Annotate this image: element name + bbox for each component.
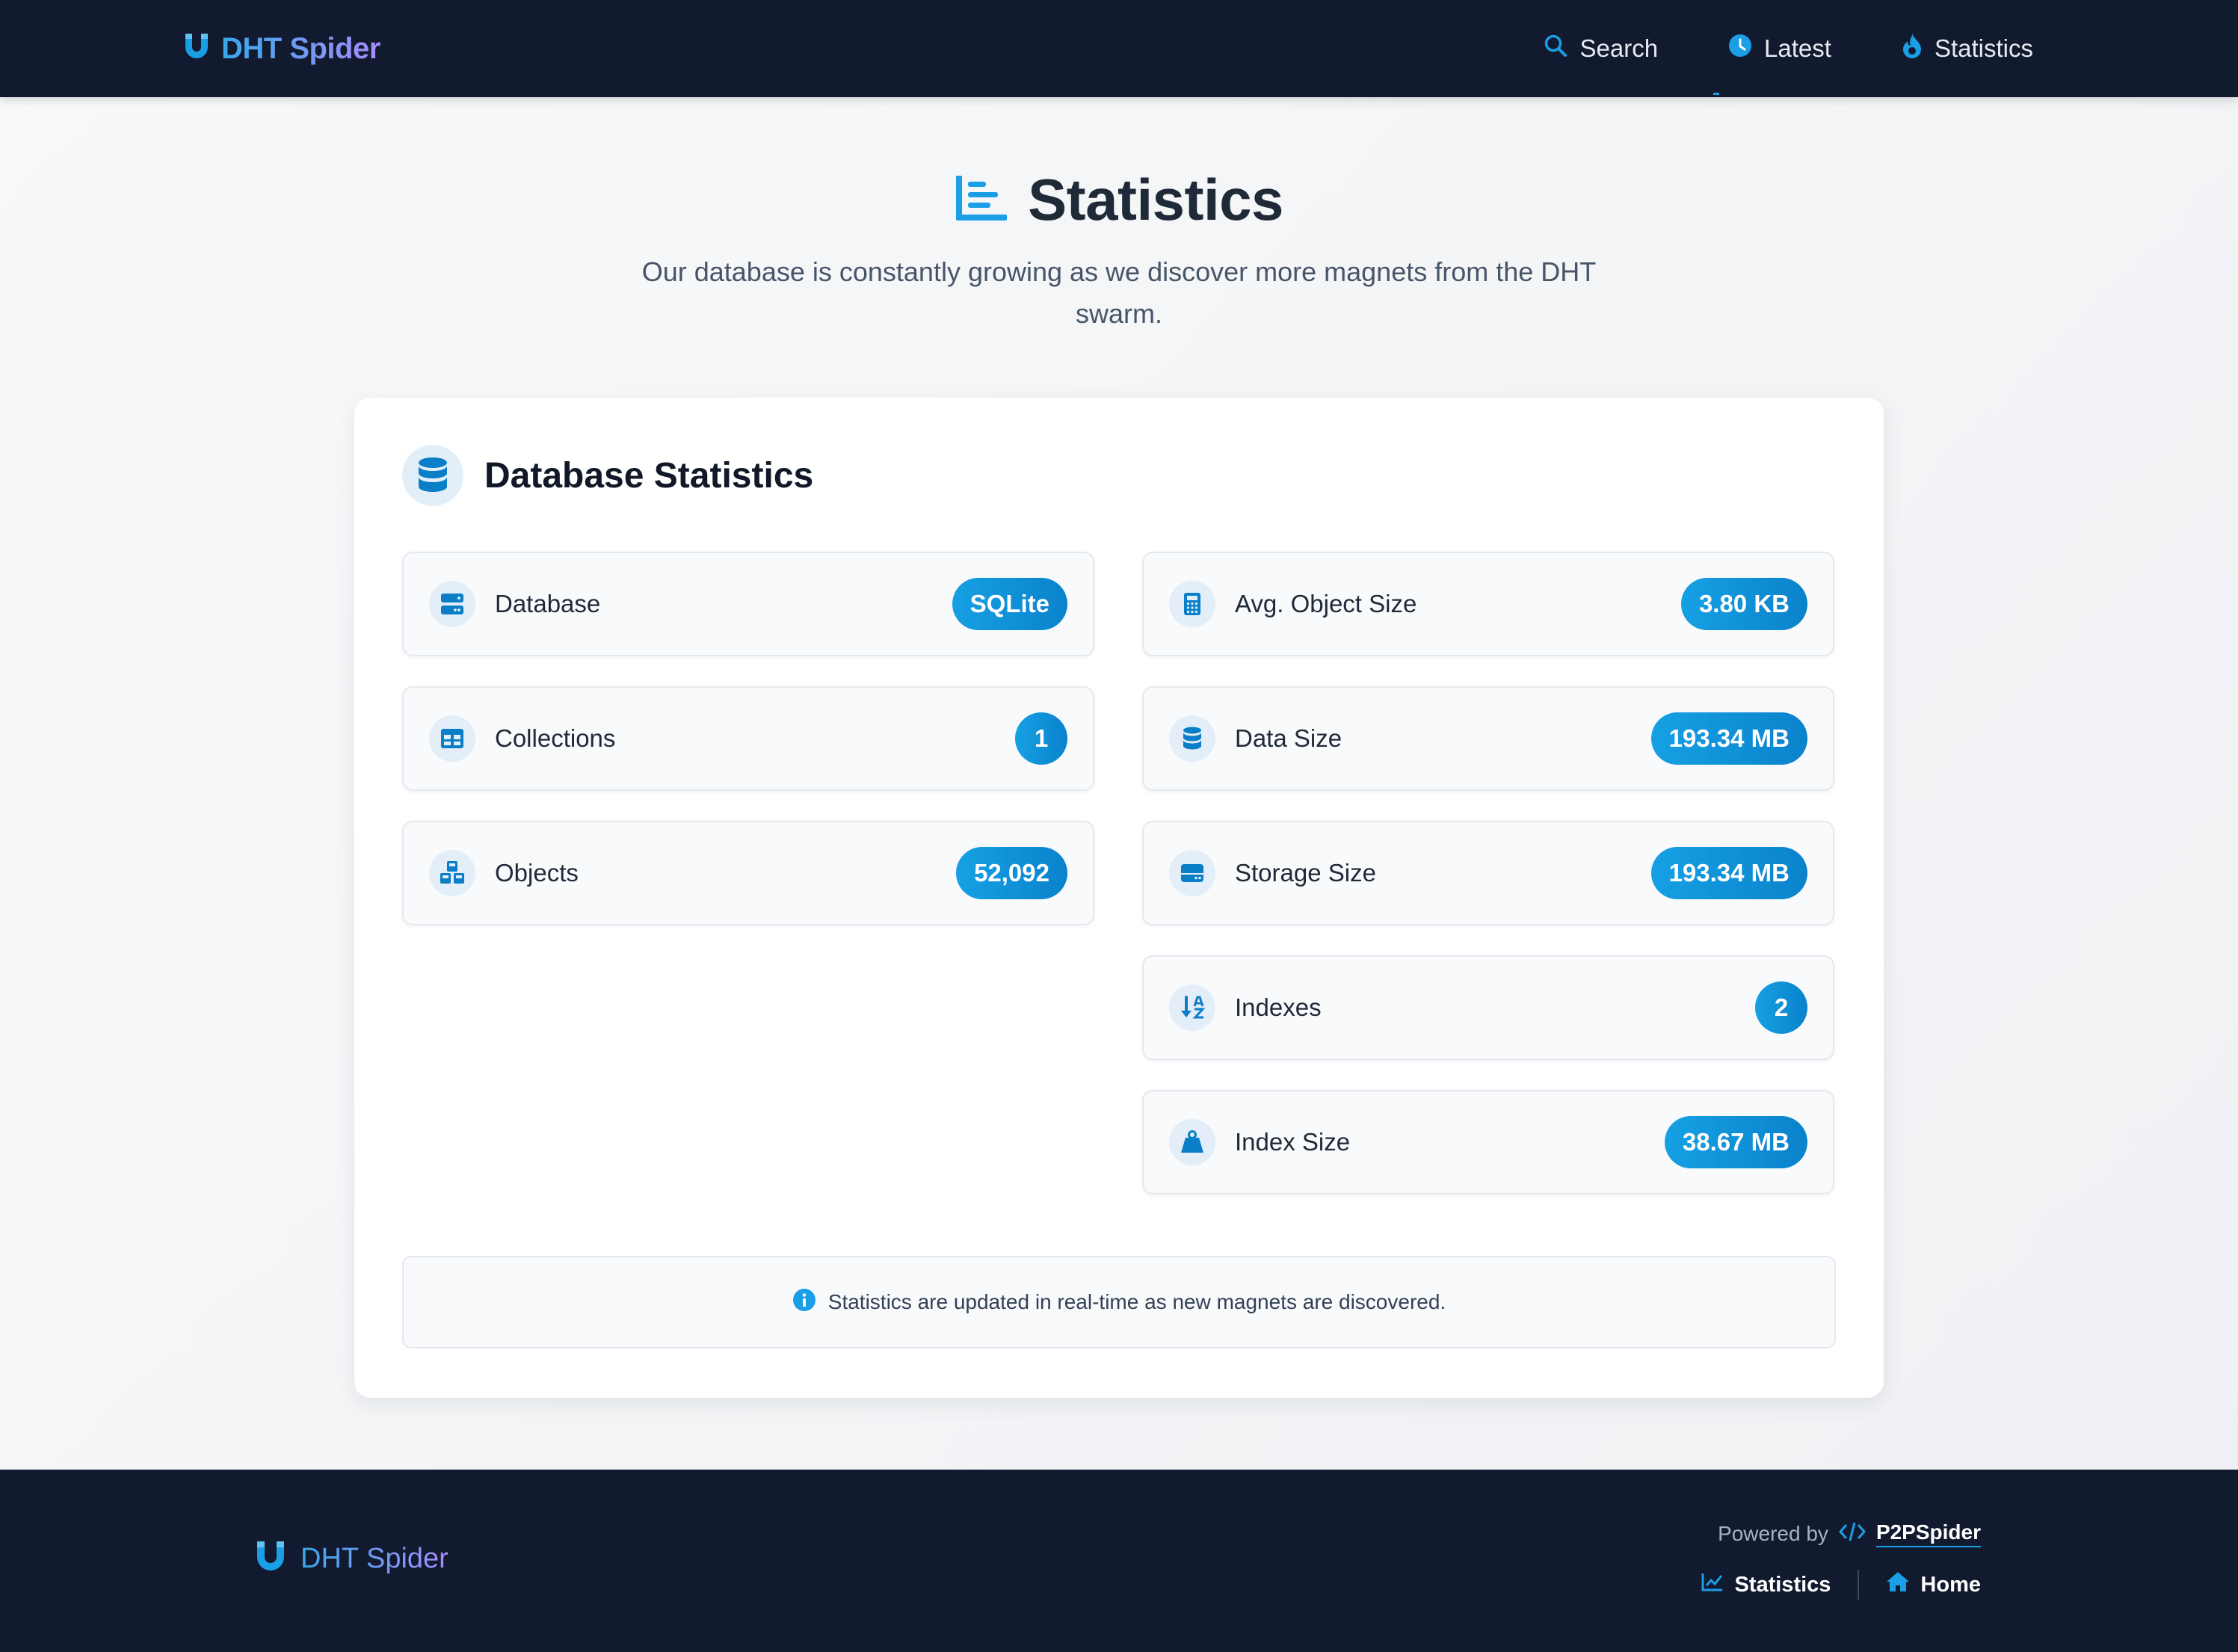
stat-label: Avg. Object Size [1235,590,1417,617]
chart-bar-icon [955,174,1008,226]
footer-link-label: Home [1920,1572,1981,1597]
nav-search[interactable]: Search [1544,34,1658,64]
footer-links: Statistics Home [1701,1570,1981,1600]
stat-avg-object-size: Avg. Object Size 3.80 KB [1142,552,1834,656]
home-icon [1886,1571,1910,1598]
nav-statistics[interactable]: Statistics [1902,33,2033,64]
stat-label: Index Size [1235,1128,1351,1156]
stat-label: Indexes [1235,993,1322,1021]
main-nav: Search Latest Statistics [1544,0,2033,97]
footer-brand[interactable]: DHT Spider [254,1540,448,1578]
powered-by-label: Powered by [1718,1522,1828,1545]
clock-icon [1728,34,1752,64]
stat-storage-size: Storage Size 193.34 MB [1142,821,1834,925]
footer-link-home[interactable]: Home [1886,1571,1981,1598]
realtime-notice: Statistics are updated in real-time as n… [402,1256,1836,1349]
footer-brand-name: DHT Spider [300,1543,448,1574]
database-statistics-card: Database Statistics Database SQLite Coll… [354,398,1884,1398]
table-icon [429,715,475,762]
stat-indexes: Indexes 2 [1142,955,1834,1060]
calculator-icon [1169,581,1215,627]
fire-icon [1902,33,1923,64]
stat-value-badge: 193.34 MB [1650,712,1807,765]
search-icon [1544,34,1567,64]
nav-latest-label: Latest [1764,34,1831,62]
top-navbar: DHT Spider Search Latest Statistics [0,0,2238,97]
p2pspider-link[interactable]: P2PSpider [1875,1520,1981,1547]
stat-index-size: Index Size 38.67 MB [1142,1090,1834,1195]
hdd-icon [1169,850,1215,896]
stat-label: Storage Size [1235,859,1376,887]
stat-value-badge: 38.67 MB [1664,1116,1807,1168]
stat-value-badge: SQLite [952,578,1067,630]
stat-value-badge: 193.34 MB [1650,847,1807,899]
stat-label: Collections [495,724,616,752]
chart-line-icon [1701,1572,1724,1597]
footer: DHT Spider Powered by P2PSpider Statisti… [0,1470,2238,1652]
stat-value-badge: 1 [1015,712,1067,765]
footer-link-statistics[interactable]: Statistics [1701,1572,1831,1597]
stat-data-size: Data Size 193.34 MB [1142,686,1834,791]
notice-text: Statistics are updated in real-time as n… [827,1290,1446,1313]
server-icon [429,581,475,627]
stat-database: Database SQLite [402,552,1094,656]
brand-name: DHT Spider [221,31,380,65]
nav-latest[interactable]: Latest [1713,34,1831,95]
footer-link-label: Statistics [1734,1572,1831,1597]
page-title: Statistics [1028,167,1283,232]
card-header: Database Statistics [402,444,813,507]
magnet-icon [254,1540,287,1578]
stat-value-badge: 2 [1755,981,1807,1034]
page-title-row: Statistics [0,166,2238,234]
weight-icon [1169,1119,1215,1165]
stat-label: Objects [495,859,579,887]
database-icon [402,445,463,506]
brand-link[interactable]: DHT Spider [182,0,380,97]
stat-label: Data Size [1235,724,1343,752]
info-circle-icon [792,1288,816,1317]
magnet-icon [182,32,211,66]
cubes-icon [429,850,475,896]
page-subtitle: Our database is constantly growing as we… [641,256,1597,329]
stat-collections: Collections 1 [402,686,1094,791]
powered-by: Powered by P2PSpider [1718,1520,1981,1547]
code-icon [1838,1521,1866,1547]
stat-label: Database [495,590,601,617]
database-icon [1169,715,1215,762]
stat-value-badge: 52,092 [956,847,1067,899]
nav-search-label: Search [1579,34,1659,62]
footer-divider [1858,1570,1860,1600]
sort-icon [1169,984,1215,1031]
stat-objects: Objects 52,092 [402,821,1094,925]
stat-value-badge: 3.80 KB [1680,578,1807,630]
nav-statistics-label: Statistics [1934,34,2033,62]
active-indicator [1713,93,1720,95]
card-title: Database Statistics [484,455,814,496]
